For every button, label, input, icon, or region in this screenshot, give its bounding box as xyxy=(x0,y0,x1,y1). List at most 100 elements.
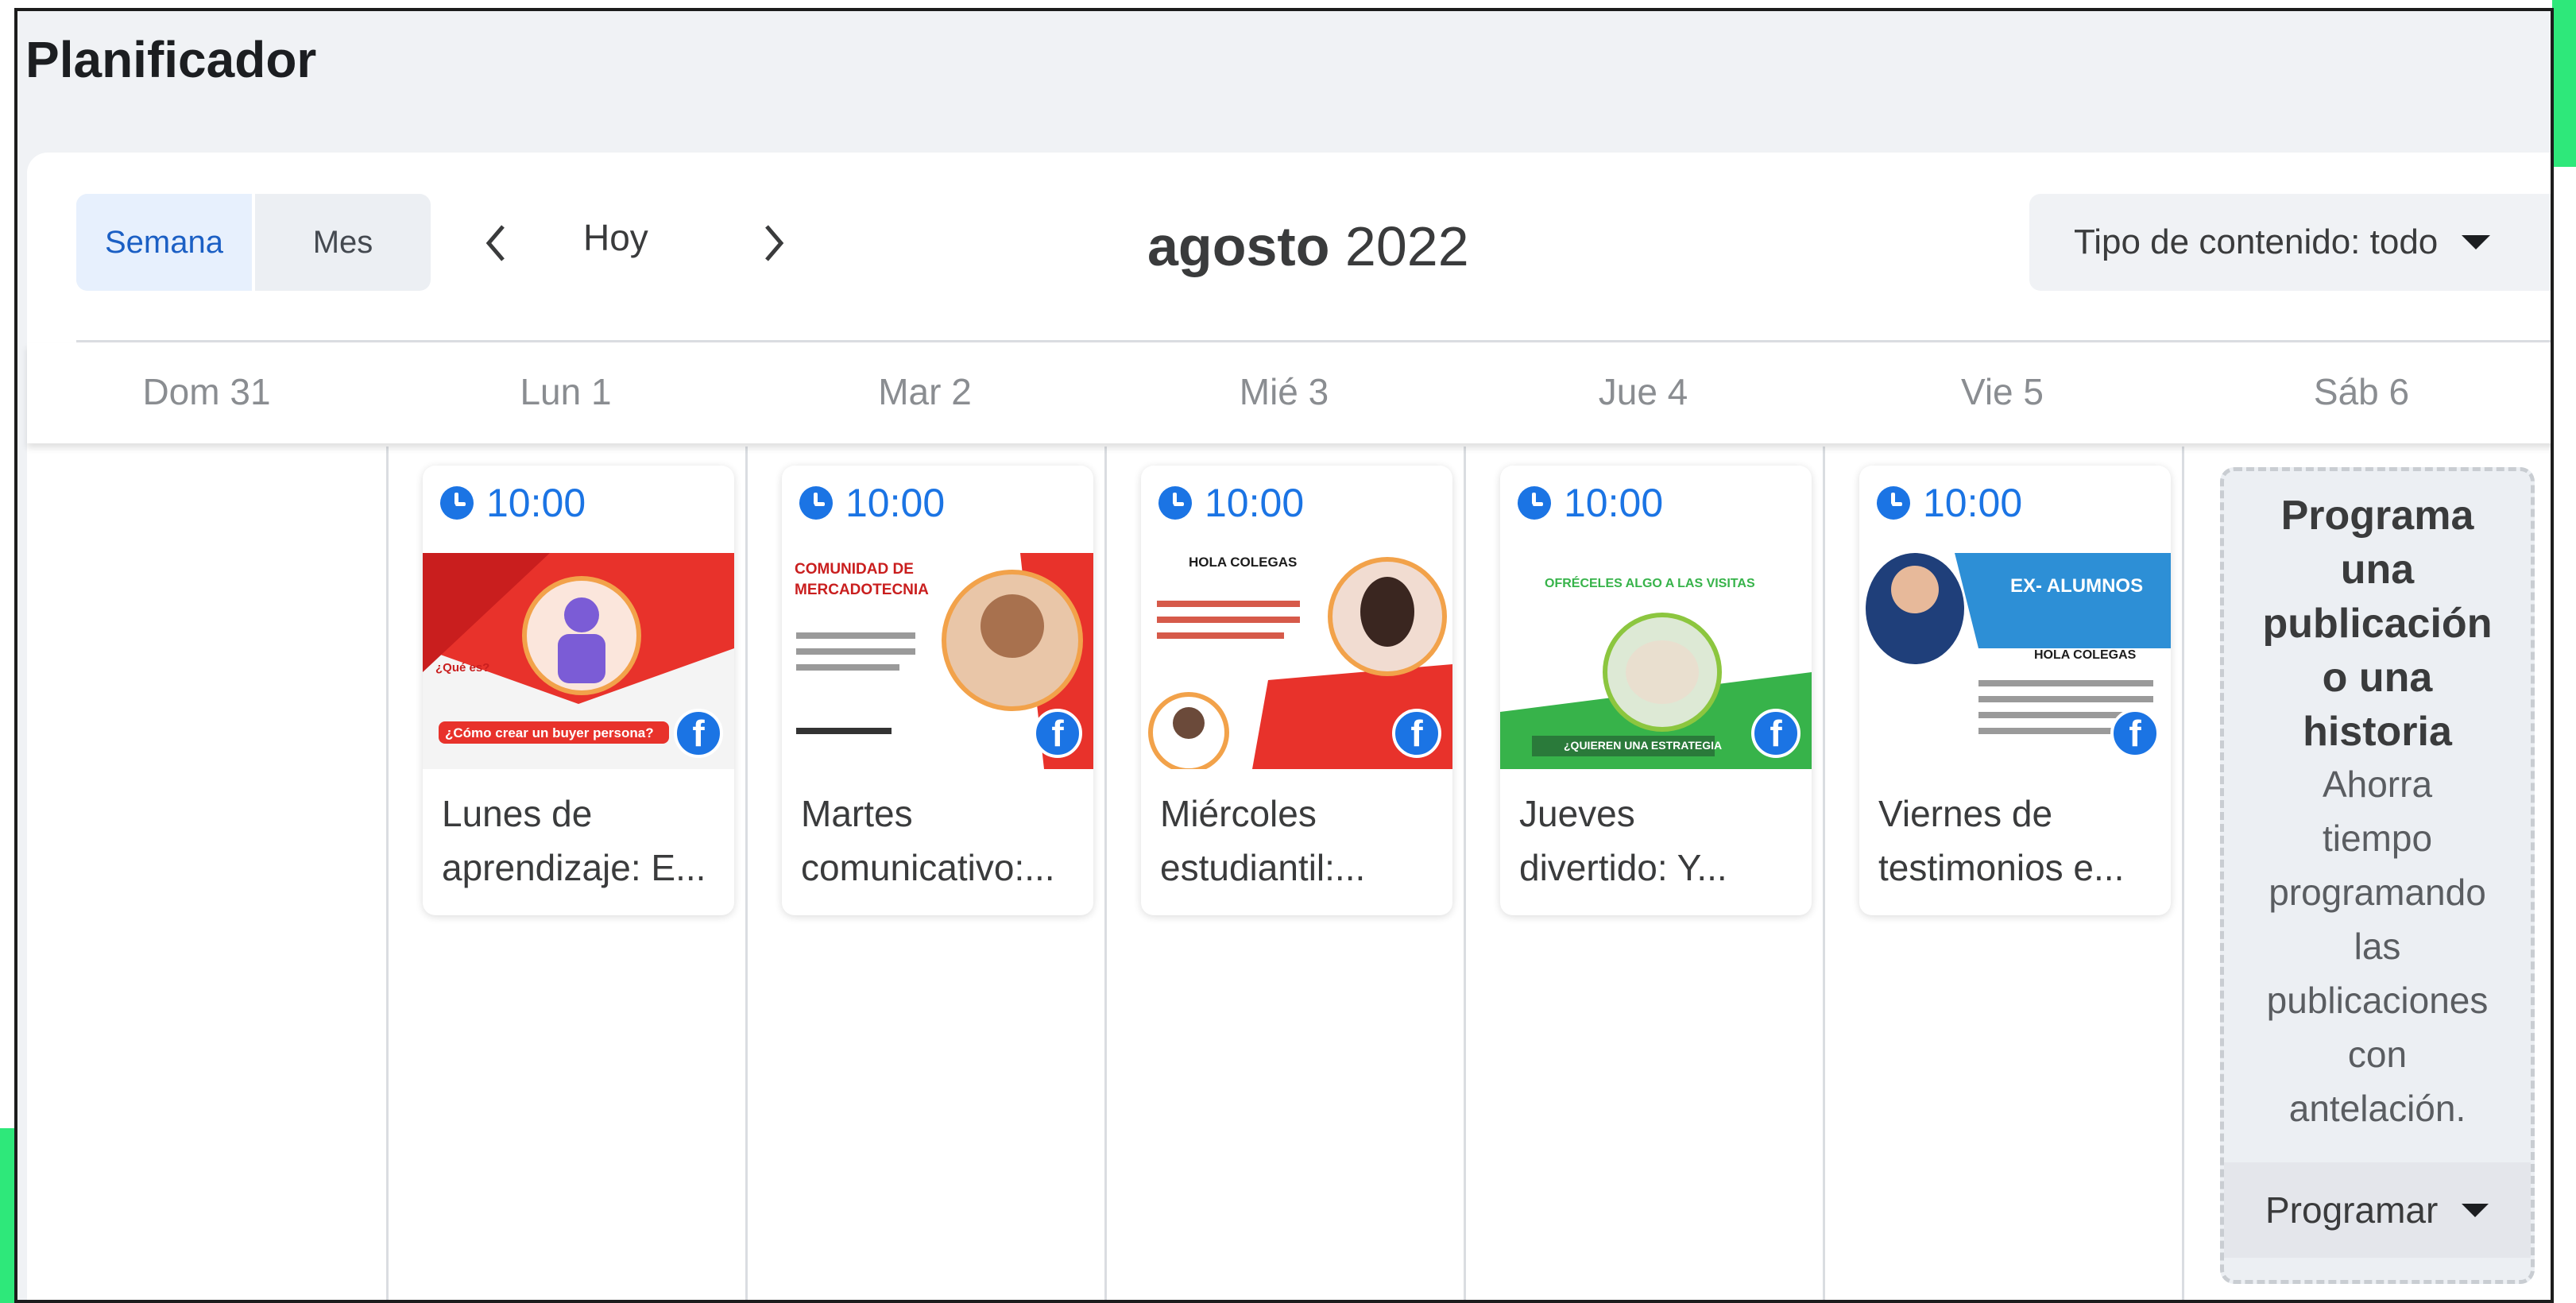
post-caption: Miércoles estudiantil:... xyxy=(1160,787,1438,895)
caret-down-icon xyxy=(2462,1203,2489,1217)
post-caption-line: Viernes de xyxy=(1878,793,2053,834)
month-label: agosto xyxy=(1147,215,1330,277)
content-type-dropdown[interactable]: Tipo de contenido: todo xyxy=(2029,194,2551,291)
month-view-button[interactable]: Mes xyxy=(255,194,431,291)
column-divider xyxy=(2182,447,2184,1300)
post-time: 10:00 xyxy=(1158,480,1304,526)
post-image-text: ¿QUIEREN UNA ESTRATEGIA xyxy=(1564,739,1723,752)
clock-icon xyxy=(1158,486,1192,520)
facebook-icon: f xyxy=(1751,709,1800,758)
planner-window: Planificador Semana Mes Hoy agosto 2022 … xyxy=(14,8,2554,1303)
schedule-text-line: tiempo xyxy=(2322,818,2433,859)
schedule-text-line: Ahorra xyxy=(2322,764,2433,805)
post-thumbnail: COMUNIDAD DE MERCADOTECNIA f xyxy=(782,553,1093,769)
green-decoration-right xyxy=(2552,0,2576,167)
schedule-prompt-title: Programa una publicación o una historia xyxy=(2232,489,2523,759)
schedule-title-line: publicación xyxy=(2262,601,2493,647)
post-image-text: OFRÉCELES ALGO A LAS VISITAS xyxy=(1545,577,1755,590)
post-thumbnail: HOLA COLEGAS f xyxy=(1141,553,1452,769)
post-caption-line: divertido: Y... xyxy=(1519,847,1727,888)
post-thumbnail: EX- ALUMNOS HOLA COLEGAS f xyxy=(1859,553,2171,769)
week-view-button[interactable]: Semana xyxy=(76,194,255,291)
days-header: Dom 31 Lun 1 Mar 2 Mié 3 Jue 4 Vie 5 Sáb… xyxy=(27,343,2551,443)
column-divider xyxy=(1464,447,1466,1300)
page-title: Planificador xyxy=(25,31,317,88)
post-image-text: COMUNIDAD DE xyxy=(795,561,914,578)
post-time: 10:00 xyxy=(440,480,586,526)
post-image-text: HOLA COLEGAS xyxy=(1189,555,1298,570)
column-divider xyxy=(1823,447,1825,1300)
post-image-text: EX- ALUMNOS xyxy=(2010,575,2144,597)
day-header-sat: Sáb 6 xyxy=(2313,371,2410,412)
facebook-icon: f xyxy=(2110,709,2160,758)
schedule-title-line: o una xyxy=(2322,655,2433,701)
schedule-button-label: Programar xyxy=(2265,1189,2439,1231)
schedule-title-line: una xyxy=(2340,547,2415,593)
day-header-wed: Mié 3 xyxy=(1239,371,1329,412)
schedule-post-prompt: Programa una publicación o una historia … xyxy=(2220,467,2535,1284)
scheduled-post-fri[interactable]: 10:00 EX- ALUMNOS HOLA COLEGAS f Viernes… xyxy=(1859,466,2171,915)
facebook-icon: f xyxy=(1392,709,1441,758)
post-caption: Lunes de aprendizaje: E... xyxy=(442,787,720,895)
post-image-text: ¿Qué es? xyxy=(435,661,490,675)
day-header-thu: Jue 4 xyxy=(1598,371,1688,412)
post-caption: Viernes de testimonios e... xyxy=(1878,787,2156,895)
content-type-label: Tipo de contenido: todo xyxy=(2074,222,2439,261)
year-label: 2022 xyxy=(1344,215,1469,277)
scheduled-post-tue[interactable]: 10:00 COMUNIDAD DE MERCADOTECNIA f Marte… xyxy=(782,466,1093,915)
column-divider xyxy=(1104,447,1107,1300)
post-caption-line: testimonios e... xyxy=(1878,847,2125,888)
calendar-card: Semana Mes Hoy agosto 2022 Tipo de conte… xyxy=(27,153,2551,1300)
day-header-mon: Lun 1 xyxy=(520,371,612,412)
post-time-label: 10:00 xyxy=(486,481,586,525)
view-toggle: Semana Mes xyxy=(76,194,431,291)
column-divider xyxy=(745,447,748,1300)
post-caption: Jueves divertido: Y... xyxy=(1519,787,1797,895)
day-header-tue: Mar 2 xyxy=(878,371,972,412)
month-year-title: agosto 2022 xyxy=(1147,215,1469,278)
column-divider xyxy=(386,447,389,1300)
facebook-icon: f xyxy=(1033,709,1082,758)
post-caption-line: Jueves xyxy=(1519,793,1635,834)
post-time: 10:00 xyxy=(1877,480,2022,526)
post-image-text: MERCADOTECNIA xyxy=(795,582,929,598)
post-image-text: HOLA COLEGAS xyxy=(2034,648,2137,662)
scheduled-post-wed[interactable]: 10:00 HOLA COLEGAS f Miércoles estudiant… xyxy=(1141,466,1452,915)
schedule-button[interactable]: Programar xyxy=(2224,1162,2531,1258)
post-caption-line: Martes xyxy=(801,793,913,834)
clock-icon xyxy=(1877,486,1910,520)
schedule-text-line: publicaciones xyxy=(2266,980,2489,1021)
facebook-icon: f xyxy=(674,709,723,758)
schedule-text-line: programando xyxy=(2269,872,2486,913)
today-button[interactable]: Hoy xyxy=(583,216,648,259)
previous-week-button[interactable] xyxy=(472,211,520,275)
clock-icon xyxy=(440,486,474,520)
post-image-text: ¿Cómo crear un buyer persona? xyxy=(445,725,654,740)
post-thumbnail: OFRÉCELES ALGO A LAS VISITAS ¿QUIEREN UN… xyxy=(1500,553,1812,769)
schedule-title-line: historia xyxy=(2303,709,2452,755)
day-header-sun: Dom 31 xyxy=(142,371,271,412)
schedule-text-line: antelación. xyxy=(2288,1088,2466,1129)
next-week-button[interactable] xyxy=(750,211,798,275)
post-time-label: 10:00 xyxy=(1564,481,1664,525)
post-caption: Martes comunicativo:... xyxy=(801,787,1079,895)
post-caption-line: aprendizaje: E... xyxy=(442,847,706,888)
post-time: 10:00 xyxy=(799,480,945,526)
schedule-text-line: con xyxy=(2347,1034,2408,1075)
post-time-label: 10:00 xyxy=(845,481,946,525)
post-caption-line: Miércoles xyxy=(1160,793,1317,834)
post-time-label: 10:00 xyxy=(1205,481,1305,525)
clock-icon xyxy=(1518,486,1551,520)
clock-icon xyxy=(799,486,833,520)
post-time: 10:00 xyxy=(1518,480,1663,526)
post-time-label: 10:00 xyxy=(1923,481,2023,525)
scheduled-post-mon[interactable]: 10:00 ¿Qué es? ¿Cómo crear un buyer pers… xyxy=(423,466,734,915)
post-caption-line: Lunes de xyxy=(442,793,593,834)
chevron-right-icon xyxy=(765,225,784,261)
caret-down-icon xyxy=(2462,235,2491,249)
scheduled-post-thu[interactable]: 10:00 OFRÉCELES ALGO A LAS VISITAS ¿QUIE… xyxy=(1500,466,1812,915)
post-thumbnail: ¿Qué es? ¿Cómo crear un buyer persona? f xyxy=(423,553,734,769)
chevron-left-icon xyxy=(485,225,505,261)
day-header-fri: Vie 5 xyxy=(1960,371,2044,412)
post-caption-line: estudiantil:... xyxy=(1160,847,1366,888)
